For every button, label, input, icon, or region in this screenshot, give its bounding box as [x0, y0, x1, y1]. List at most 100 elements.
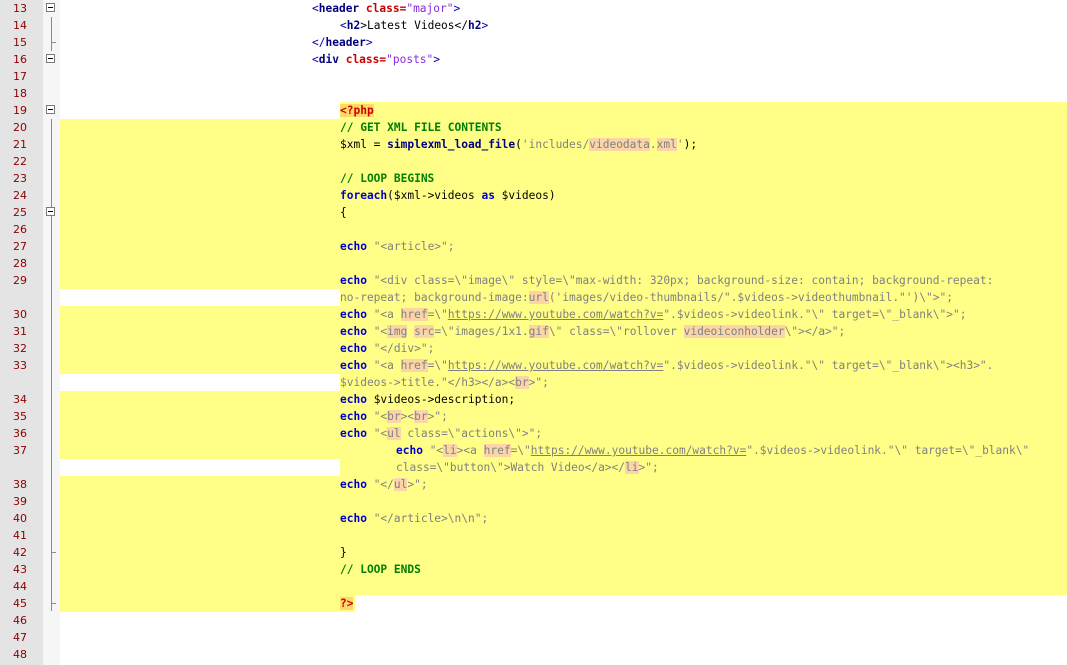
- code-line-43[interactable]: 43 // LOOP ENDS: [0, 561, 1067, 578]
- code-line-35[interactable]: 35 echo "<br><br>";: [0, 408, 1067, 425]
- line-text: echo "<a href=\"https://www.youtube.com/…: [340, 359, 994, 372]
- code-line-30[interactable]: 30 echo "<a href=\"https://www.youtube.c…: [0, 306, 1067, 323]
- php-block-highlight: [60, 238, 1067, 255]
- code-line-28[interactable]: 28: [0, 255, 1067, 272]
- line-number: 18: [13, 87, 27, 100]
- php-block-highlight: [60, 561, 1067, 578]
- php-block-highlight: [60, 527, 1067, 544]
- code-line-26[interactable]: 26: [0, 221, 1067, 238]
- code-line-34[interactable]: 34 echo $videos->description;: [0, 391, 1067, 408]
- line-text: </header>: [312, 36, 373, 49]
- line-text: echo "<article>";: [340, 240, 455, 253]
- php-block-highlight: [60, 204, 1067, 221]
- code-line-32[interactable]: 32 echo "</div>";: [0, 340, 1067, 357]
- php-block-highlight: [60, 340, 1067, 357]
- line-number: 35: [13, 410, 27, 423]
- code-line-36[interactable]: 36 echo "<ul class=\"actions\">";: [0, 425, 1067, 442]
- code-line-27[interactable]: 27 echo "<article>";: [0, 238, 1067, 255]
- line-number: 14: [13, 19, 27, 32]
- line-number: 23: [13, 172, 27, 185]
- code-line-38[interactable]: 38 echo "</ul>";: [0, 476, 1067, 493]
- code-line-37-wrap[interactable]: class=\"button\">Watch Video</a></li>";: [0, 459, 1067, 476]
- code-line-18[interactable]: 18: [0, 85, 1067, 102]
- url-link: https://www.youtube.com/watch?v=: [530, 444, 747, 457]
- line-text: $videos->title."</h3></a><br>";: [340, 376, 549, 389]
- line-text: }: [340, 546, 347, 559]
- line-text: echo $videos->description;: [340, 393, 516, 406]
- code-line-16[interactable]: 16 <div class="posts">: [0, 51, 1067, 68]
- code-line-17[interactable]: 17: [0, 68, 1067, 85]
- code-line-25[interactable]: 25 {: [0, 204, 1067, 221]
- code-line-40[interactable]: 40 echo "</article>\n\n";: [0, 510, 1067, 527]
- line-number: 40: [13, 512, 27, 525]
- line-text: echo "<img src=\"images/1x1.gif\" class=…: [340, 325, 846, 338]
- line-text: echo "</div>";: [340, 342, 435, 355]
- php-block-highlight: [60, 493, 1067, 510]
- line-number: 30: [13, 308, 27, 321]
- code-editor[interactable]: 13 <header class="major"> 14 <h2>Latest …: [0, 0, 1067, 665]
- code-line-33[interactable]: 33 echo "<a href=\"https://www.youtube.c…: [0, 357, 1067, 374]
- php-block-highlight: [60, 595, 355, 612]
- line-number: 44: [13, 580, 27, 593]
- fold-toggle-icon[interactable]: [46, 3, 55, 12]
- line-number: 38: [13, 478, 27, 491]
- line-text: foreach($xml->videos as $videos): [340, 189, 556, 202]
- line-text: echo "</article>\n\n";: [340, 512, 489, 525]
- php-block-highlight: [60, 391, 1067, 408]
- line-text: // LOOP BEGINS: [340, 172, 435, 185]
- line-number: 27: [13, 240, 27, 253]
- fold-toggle-icon[interactable]: [46, 54, 55, 63]
- php-block-highlight: [60, 578, 1067, 595]
- code-line-45[interactable]: 45 ?>: [0, 595, 1067, 612]
- code-line-47[interactable]: 47: [0, 629, 1067, 646]
- line-text: <h2>Latest Videos</h2>: [340, 19, 489, 32]
- code-line-41[interactable]: 41: [0, 527, 1067, 544]
- line-number: 26: [13, 223, 27, 236]
- line-text: {: [340, 206, 347, 219]
- fold-end-marker: [51, 603, 56, 604]
- code-line-33-wrap[interactable]: $videos->title."</h3></a><br>";: [0, 374, 1067, 391]
- code-line-14[interactable]: 14 <h2>Latest Videos</h2>: [0, 17, 1067, 34]
- code-line-29[interactable]: 29 echo "<div class=\"image\" style=\"ma…: [0, 272, 1067, 289]
- code-line-31[interactable]: 31 echo "<img src=\"images/1x1.gif\" cla…: [0, 323, 1067, 340]
- code-line-19[interactable]: 19 <?php: [0, 102, 1067, 119]
- line-number: 46: [13, 614, 27, 627]
- line-number: 31: [13, 325, 27, 338]
- code-line-42[interactable]: 42 }: [0, 544, 1067, 561]
- fold-toggle-icon[interactable]: [46, 207, 55, 216]
- code-line-23[interactable]: 23 // LOOP BEGINS: [0, 170, 1067, 187]
- line-number: 29: [13, 274, 27, 287]
- line-text: // GET XML FILE CONTENTS: [340, 121, 502, 134]
- code-line-37[interactable]: 37 echo "<li><a href=\"https://www.youtu…: [0, 442, 1067, 459]
- line-number: 19: [13, 104, 27, 117]
- code-line-29-wrap[interactable]: no-repeat; background-image:url('images/…: [0, 289, 1067, 306]
- fold-end-marker: [51, 552, 56, 553]
- code-line-15[interactable]: 15 </header>: [0, 34, 1067, 51]
- line-number: 47: [13, 631, 27, 644]
- php-block-highlight: [60, 170, 1067, 187]
- php-block-highlight: [340, 102, 1067, 119]
- code-line-24[interactable]: 24 foreach($xml->videos as $videos): [0, 187, 1067, 204]
- code-line-21[interactable]: 21 $xml = simplexml_load_file('includes/…: [0, 136, 1067, 153]
- code-line-20[interactable]: 20 // GET XML FILE CONTENTS: [0, 119, 1067, 136]
- line-number: 43: [13, 563, 27, 576]
- code-line-46[interactable]: 46: [0, 612, 1067, 629]
- php-block-highlight: [60, 221, 1067, 238]
- code-line-22[interactable]: 22: [0, 153, 1067, 170]
- line-number: 34: [13, 393, 27, 406]
- fold-toggle-icon[interactable]: [46, 105, 55, 114]
- code-line-39[interactable]: 39: [0, 493, 1067, 510]
- line-number: 45: [13, 597, 27, 610]
- line-number: 28: [13, 257, 27, 270]
- line-text: ?>: [340, 597, 354, 610]
- line-number: 15: [13, 36, 27, 49]
- line-number: 37: [13, 444, 27, 457]
- fold-end-marker: [51, 42, 56, 43]
- line-number: 48: [13, 648, 27, 661]
- code-line-48[interactable]: 48: [0, 646, 1067, 663]
- code-line-13[interactable]: 13 <header class="major">: [0, 0, 1067, 17]
- line-text: no-repeat; background-image:url('images/…: [340, 291, 953, 304]
- line-number: 20: [13, 121, 27, 134]
- line-number: 32: [13, 342, 27, 355]
- code-line-44[interactable]: 44: [0, 578, 1067, 595]
